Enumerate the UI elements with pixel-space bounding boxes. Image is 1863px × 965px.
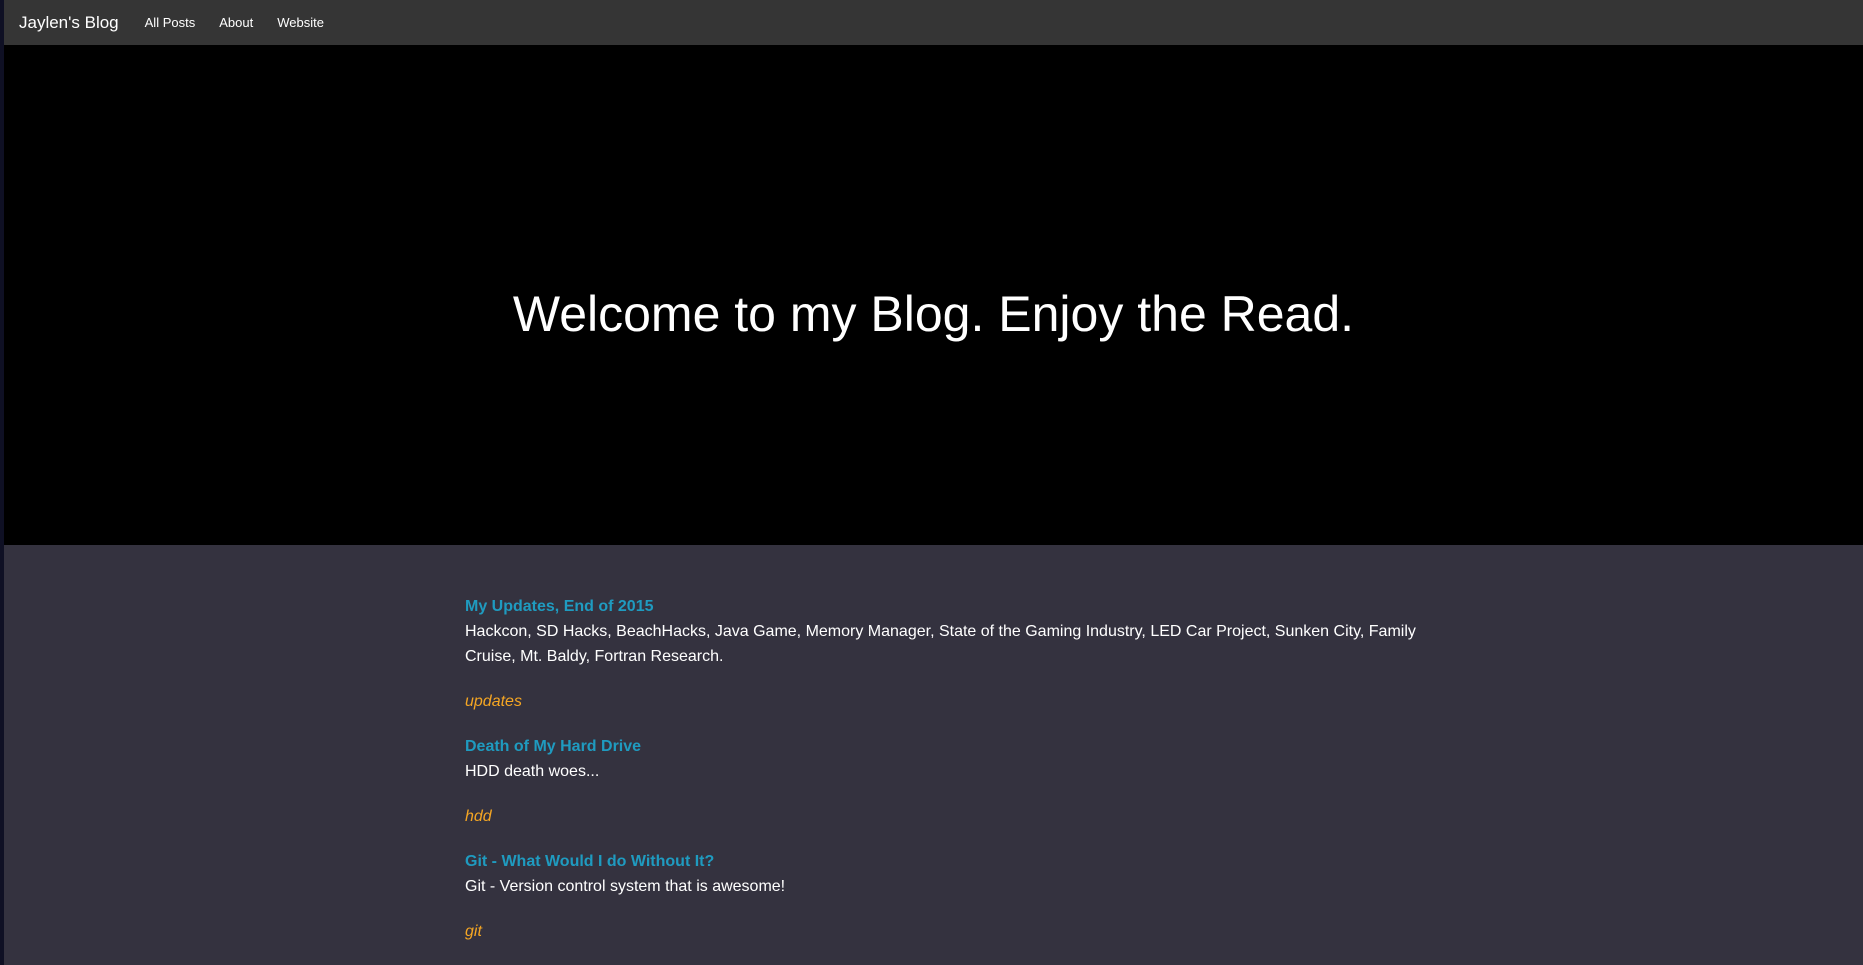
nav-link-website[interactable]: Website [265, 0, 336, 45]
post-excerpt: Hackcon, SD Hacks, BeachHacks, Java Game… [465, 623, 1416, 665]
post-tag-link[interactable]: hdd [465, 804, 492, 829]
hero-banner: Welcome to my Blog. Enjoy the Read. [4, 45, 1863, 545]
post-title-link[interactable]: Git - What Would I do Without It? [465, 849, 1425, 874]
post-title-link[interactable]: My Updates, End of 2015 [465, 594, 1425, 619]
top-navbar: Jaylen's Blog All Posts About Website [4, 0, 1863, 45]
post-title-link[interactable]: Death of My Hard Drive [465, 734, 1425, 759]
post-tag-link[interactable]: updates [465, 689, 522, 714]
brand-link[interactable]: Jaylen's Blog [19, 0, 119, 45]
post-item: Death of My Hard Drive HDD death woes...… [465, 734, 1425, 849]
hero-title: Welcome to my Blog. Enjoy the Read. [512, 286, 1355, 342]
post-item: My Updates, End of 2015 Hackcon, SD Hack… [465, 594, 1425, 734]
post-excerpt: Git - Version control system that is awe… [465, 878, 786, 895]
post-list: My Updates, End of 2015 Hackcon, SD Hack… [465, 594, 1425, 964]
post-excerpt: HDD death woes... [465, 763, 600, 780]
post-item: Git - What Would I do Without It? Git - … [465, 849, 1425, 964]
page: Jaylen's Blog All Posts About Website We… [4, 0, 1863, 965]
post-tag-link[interactable]: git [465, 919, 482, 944]
nav-link-all-posts[interactable]: All Posts [133, 0, 208, 45]
nav-link-about[interactable]: About [207, 0, 265, 45]
